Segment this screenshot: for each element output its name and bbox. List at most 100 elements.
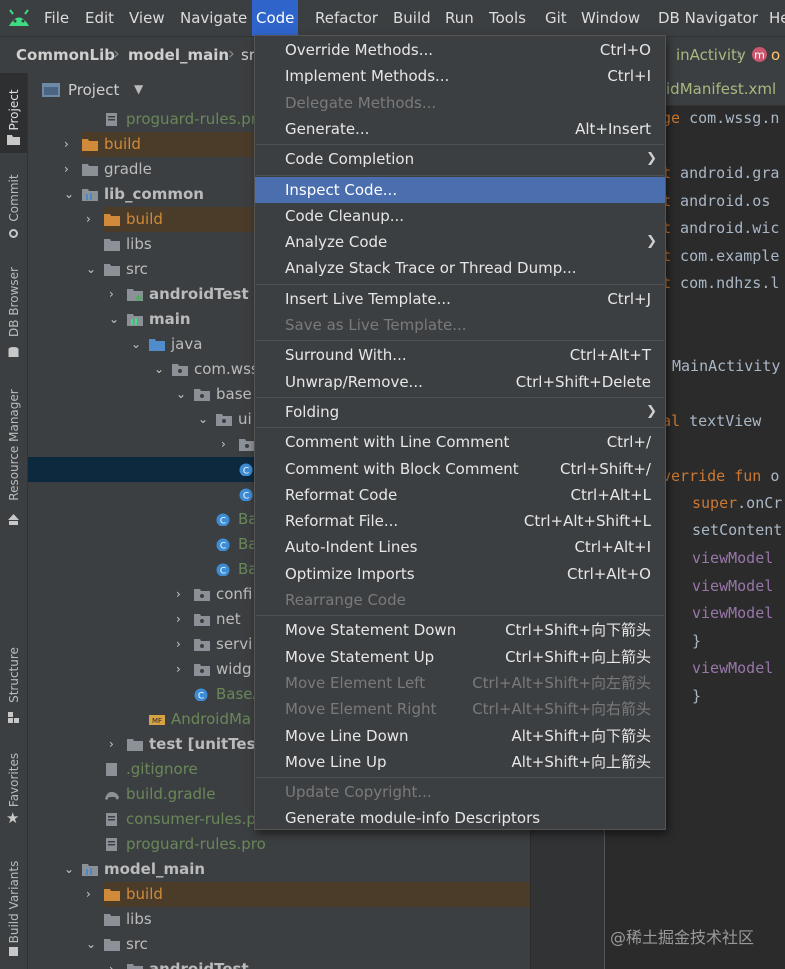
menu-item-implement-methods[interactable]: Implement Methods... Ctrl+I bbox=[255, 63, 665, 89]
menu-tools[interactable]: Tools bbox=[489, 9, 526, 27]
chevron-right-icon[interactable]: › bbox=[176, 582, 181, 607]
chevron-right-icon[interactable]: › bbox=[64, 132, 69, 157]
chevron-down-icon[interactable]: ▼ bbox=[134, 82, 143, 96]
tool-tab-project[interactable]: Project bbox=[7, 89, 21, 130]
menu-item-code-completion[interactable]: Code Completion ❯ bbox=[255, 146, 665, 172]
chevron-down-icon[interactable]: ⌄ bbox=[176, 382, 186, 407]
breadcrumb-commonlib[interactable]: CommonLib bbox=[16, 46, 115, 64]
folder-icon bbox=[104, 264, 120, 276]
tree-item-label: ui bbox=[238, 410, 252, 428]
tool-tab-structure[interactable]: Structure bbox=[7, 647, 21, 703]
tree-item[interactable]: › androidTest bbox=[28, 957, 530, 969]
menu-item-comment-with-block-comment[interactable]: Comment with Block Comment Ctrl+Shift+/ bbox=[255, 456, 665, 482]
menu-refactor[interactable]: Refactor bbox=[315, 9, 378, 27]
menu-git[interactable]: Git bbox=[545, 9, 567, 27]
class-icon: C bbox=[216, 563, 230, 577]
database-icon bbox=[8, 347, 19, 357]
chevron-right-icon[interactable]: › bbox=[221, 432, 226, 457]
chevron-right-icon[interactable]: › bbox=[86, 882, 91, 907]
menu-view[interactable]: View bbox=[129, 9, 165, 27]
menu-window[interactable]: Window bbox=[581, 9, 640, 27]
method-breadcrumb[interactable]: o bbox=[771, 46, 780, 64]
submenu-arrow-icon: ❯ bbox=[646, 234, 657, 250]
chevron-down-icon[interactable]: ⌄ bbox=[86, 257, 96, 282]
menu-item-reformat-file[interactable]: Reformat File... Ctrl+Alt+Shift+L bbox=[255, 508, 665, 534]
menu-item-code-cleanup[interactable]: Code Cleanup... bbox=[255, 203, 665, 229]
breadcrumb-model-main[interactable]: model_main bbox=[128, 46, 229, 64]
tree-item[interactable]: ⌄ src bbox=[28, 932, 530, 957]
editor-tab-manifest[interactable]: idManifest.xml bbox=[666, 80, 776, 98]
svg-text:C: C bbox=[243, 467, 249, 477]
chevron-right-icon[interactable]: › bbox=[176, 632, 181, 657]
chevron-down-icon[interactable]: ⌄ bbox=[64, 182, 74, 207]
menu-item-insert-live-template[interactable]: Insert Live Template... Ctrl+J bbox=[255, 286, 665, 312]
menu-item-reformat-code[interactable]: Reformat Code Ctrl+Alt+L bbox=[255, 482, 665, 508]
chevron-right-icon[interactable]: › bbox=[109, 732, 114, 757]
menu-item-generate-module-info-descriptors[interactable]: Generate module-info Descriptors bbox=[255, 805, 665, 831]
chevron-right-icon[interactable]: › bbox=[176, 607, 181, 632]
menu-item-override-methods[interactable]: Override Methods... Ctrl+O bbox=[255, 37, 665, 63]
menu-item-move-statement-up[interactable]: Move Statement Up Ctrl+Shift+向上箭头 bbox=[255, 644, 665, 670]
menu-he[interactable]: He bbox=[769, 9, 785, 27]
tree-item[interactable]: libs bbox=[28, 907, 530, 932]
chevron-down-icon[interactable]: ⌄ bbox=[109, 307, 119, 332]
tool-tab-build-variants[interactable]: Build Variants bbox=[7, 861, 21, 944]
tree-item-label: lib_common bbox=[104, 185, 204, 203]
tool-tab-commit[interactable]: Commit bbox=[7, 174, 21, 221]
menu-item-folding[interactable]: Folding ❯ bbox=[255, 399, 665, 425]
menu-item-surround-with[interactable]: Surround With... Ctrl+Alt+T bbox=[255, 342, 665, 368]
menu-item-move-statement-down[interactable]: Move Statement Down Ctrl+Shift+向下箭头 bbox=[255, 617, 665, 643]
menu-item-move-element-right: Move Element Right Ctrl+Alt+Shift+向右箭头 bbox=[255, 696, 665, 722]
chevron-right-icon[interactable]: › bbox=[109, 957, 114, 969]
package-icon bbox=[194, 389, 210, 401]
chevron-down-icon[interactable]: ⌄ bbox=[131, 332, 141, 357]
chevron-right-icon[interactable]: › bbox=[64, 157, 69, 182]
svg-text:C: C bbox=[220, 567, 226, 577]
menu-item-label: Move Statement Up bbox=[285, 647, 435, 666]
menu-item-move-line-down[interactable]: Move Line Down Alt+Shift+向下箭头 bbox=[255, 723, 665, 749]
tool-tab-favorites[interactable]: Favorites bbox=[7, 753, 21, 807]
menu-item-unwrap-remove[interactable]: Unwrap/Remove... Ctrl+Shift+Delete bbox=[255, 369, 665, 395]
menu-item-move-line-up[interactable]: Move Line Up Alt+Shift+向上箭头 bbox=[255, 749, 665, 775]
chevron-right-icon[interactable]: › bbox=[176, 657, 181, 682]
code-line: t com.example bbox=[662, 247, 780, 265]
menu-code[interactable]: Code bbox=[252, 0, 299, 36]
code-line: } bbox=[692, 687, 702, 705]
chevron-down-icon[interactable]: ⌄ bbox=[86, 932, 96, 957]
chevron-down-icon[interactable]: ⌄ bbox=[198, 407, 208, 432]
menu-item-shortcut: Ctrl+O bbox=[599, 41, 651, 59]
folder-icon bbox=[127, 739, 143, 751]
menu-edit[interactable]: Edit bbox=[85, 9, 114, 27]
tree-item[interactable]: › build bbox=[28, 882, 530, 907]
project-view-title[interactable]: Project bbox=[68, 81, 119, 99]
menu-item-analyze-code[interactable]: Analyze Code ❯ bbox=[255, 229, 665, 255]
menu-item-label: Unwrap/Remove... bbox=[285, 372, 423, 391]
menu-item-inspect-code[interactable]: Inspect Code... bbox=[255, 176, 665, 203]
tool-tab-resource-manager[interactable]: Resource Manager bbox=[7, 389, 21, 500]
svg-text:MF: MF bbox=[152, 717, 162, 725]
menu-build[interactable]: Build bbox=[393, 9, 431, 27]
chevron-down-icon[interactable]: ⌄ bbox=[64, 857, 74, 882]
tool-tab-db-browser[interactable]: DB Browser bbox=[7, 267, 21, 337]
menu-item-optimize-imports[interactable]: Optimize Imports Ctrl+Alt+O bbox=[255, 561, 665, 587]
chevron-right-icon[interactable]: › bbox=[86, 207, 91, 232]
menu-item-generate[interactable]: Generate... Alt+Insert bbox=[255, 116, 665, 142]
tree-item-label: model_main bbox=[104, 860, 206, 878]
chevron-right-icon[interactable]: › bbox=[109, 282, 114, 307]
menu-item-comment-with-line-comment[interactable]: Comment with Line Comment Ctrl+/ bbox=[255, 429, 665, 455]
menu-item-shortcut: Alt+Shift+向下箭头 bbox=[511, 726, 651, 745]
menu-run[interactable]: Run bbox=[445, 9, 474, 27]
breadcrumb-src[interactable]: sr bbox=[241, 46, 255, 64]
menu-file[interactable]: File bbox=[44, 9, 69, 27]
android-studio-logo-icon bbox=[9, 9, 29, 26]
build-variants-icon bbox=[9, 947, 18, 956]
menu-db-navigator[interactable]: DB Navigator bbox=[658, 9, 758, 27]
menu-item-analyze-stack-trace-or-thread-dump[interactable]: Analyze Stack Trace or Thread Dump... bbox=[255, 255, 665, 281]
menu-item-auto-indent-lines[interactable]: Auto-Indent Lines Ctrl+Alt+I bbox=[255, 534, 665, 560]
menu-navigate[interactable]: Navigate bbox=[180, 9, 247, 27]
tree-item[interactable]: ⌄ model_main bbox=[28, 857, 530, 882]
chevron-down-icon[interactable]: ⌄ bbox=[154, 357, 164, 382]
menu-item-label: Analyze Code bbox=[285, 233, 388, 252]
tree-item[interactable]: proguard-rules.pro bbox=[28, 832, 530, 857]
menu-item-shortcut: Alt+Shift+向上箭头 bbox=[511, 752, 651, 771]
